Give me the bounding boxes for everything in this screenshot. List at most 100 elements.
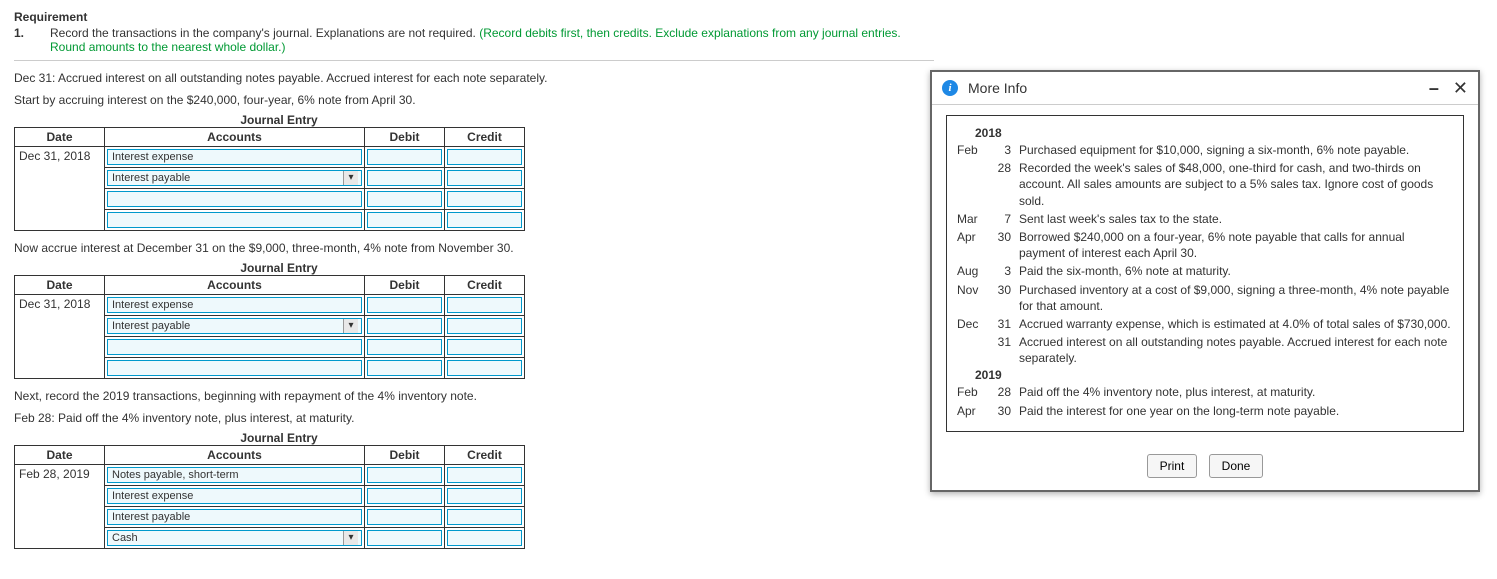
info-day: 31 xyxy=(993,316,1011,332)
instruction-line-1: Dec 31: Accrued interest on all outstand… xyxy=(14,71,934,85)
info-day: 7 xyxy=(993,211,1011,227)
je1-debit-3[interactable] xyxy=(367,212,442,228)
je2-debit-1[interactable] xyxy=(367,318,442,334)
info-row: 31Accrued interest on all outstanding no… xyxy=(957,334,1453,366)
je2-debit-3[interactable] xyxy=(367,360,442,376)
col-credit: Credit xyxy=(445,128,525,147)
close-icon[interactable]: ✕ xyxy=(1453,81,1468,95)
journal-entry-caption-3: Journal Entry xyxy=(14,431,544,445)
info-day: 31 xyxy=(993,334,1011,366)
je1-account-3[interactable] xyxy=(107,212,362,228)
minimize-icon[interactable]: – xyxy=(1429,81,1439,95)
done-button[interactable]: Done xyxy=(1209,454,1264,478)
je1-date: Dec 31, 2018 xyxy=(15,147,105,231)
je1-credit-1[interactable] xyxy=(447,170,522,186)
requirement-text: Record the transactions in the company's… xyxy=(50,26,934,54)
journal-entry-caption-2: Journal Entry xyxy=(14,261,544,275)
info-desc: Paid the interest for one year on the lo… xyxy=(1019,403,1453,419)
info-day: 3 xyxy=(993,142,1011,158)
info-mon xyxy=(957,160,985,209)
info-desc: Purchased equipment for $10,000, signing… xyxy=(1019,142,1453,158)
je1-account-2[interactable] xyxy=(107,191,362,207)
info-row: Feb 28 Paid off the 4% inventory note, plu… xyxy=(957,384,1453,400)
je2-credit-0[interactable] xyxy=(447,297,522,313)
je1-account-0[interactable]: Interest expense xyxy=(107,149,362,165)
info-row: Mar 7 Sent last week's sales tax to the st… xyxy=(957,211,1453,227)
je3-debit-2[interactable] xyxy=(367,509,442,525)
je3-debit-3[interactable] xyxy=(367,530,442,546)
info-mon: Dec xyxy=(957,316,985,332)
requirement-title: Requirement xyxy=(14,10,934,24)
je2-debit-0[interactable] xyxy=(367,297,442,313)
info-desc: Purchased inventory at a cost of $9,000,… xyxy=(1019,282,1453,314)
col-date: Date xyxy=(15,128,105,147)
dialog-header: i More Info – ✕ xyxy=(932,72,1478,105)
col-debit: Debit xyxy=(365,446,445,465)
je3-date: Feb 28, 2019 xyxy=(15,465,105,549)
info-row: Apr30Paid the interest for one year on t… xyxy=(957,403,1453,419)
je2-account-2[interactable] xyxy=(107,339,362,355)
je2-account-0[interactable]: Interest expense xyxy=(107,297,362,313)
info-day: 3 xyxy=(993,263,1011,279)
je1-credit-0[interactable] xyxy=(447,149,522,165)
info-desc: Sent last week's sales tax to the state. xyxy=(1019,211,1453,227)
je1-credit-2[interactable] xyxy=(447,191,522,207)
info-row: Aug 3 Paid the six-month, 6% note at matur… xyxy=(957,263,1453,279)
info-day: 30 xyxy=(993,229,1011,261)
info-row: Dec 31 Accrued warranty expense, which is … xyxy=(957,316,1453,332)
instruction-line-4a: Next, record the 2019 transactions, begi… xyxy=(14,389,934,403)
more-info-dialog: i More Info – ✕ 2018 Feb 3 Purchased equip… xyxy=(930,70,1480,492)
je3-account-2[interactable]: Interest payable xyxy=(107,509,362,525)
year-2018: 2018 xyxy=(957,126,1453,140)
info-mon: Mar xyxy=(957,211,985,227)
je1-credit-3[interactable] xyxy=(447,212,522,228)
separator xyxy=(14,60,934,61)
info-mon: Feb xyxy=(957,384,985,400)
info-desc: Paid the six-month, 6% note at maturity. xyxy=(1019,263,1453,279)
je3-account-0[interactable]: Notes payable, short-term xyxy=(107,467,362,483)
info-day: 28 xyxy=(993,160,1011,209)
info-mon: Feb xyxy=(957,142,985,158)
je3-credit-2[interactable] xyxy=(447,509,522,525)
je2-account-3[interactable] xyxy=(107,360,362,376)
journal-entry-caption: Journal Entry xyxy=(14,113,544,127)
je1-debit-0[interactable] xyxy=(367,149,442,165)
info-icon: i xyxy=(942,80,958,96)
info-desc: Accrued warranty expense, which is estim… xyxy=(1019,316,1453,332)
je3-credit-0[interactable] xyxy=(447,467,522,483)
instruction-line-4b: Feb 28: Paid off the 4% inventory note, … xyxy=(14,411,934,425)
info-day: 30 xyxy=(993,403,1011,419)
info-mon: Aug xyxy=(957,263,985,279)
je3-debit-0[interactable] xyxy=(367,467,442,483)
info-row: Feb 3 Purchased equipment for $10,000, sig… xyxy=(957,142,1453,158)
col-accounts: Accounts xyxy=(105,446,365,465)
je1-debit-2[interactable] xyxy=(367,191,442,207)
je2-credit-3[interactable] xyxy=(447,360,522,376)
journal-table-1: Date Accounts Debit Credit Dec 31, 2018 … xyxy=(14,127,525,231)
je2-debit-2[interactable] xyxy=(367,339,442,355)
je3-debit-1[interactable] xyxy=(367,488,442,504)
year-2019: 2019 xyxy=(957,368,1453,382)
info-desc: Borrowed $240,000 on a four-year, 6% not… xyxy=(1019,229,1453,261)
je2-credit-2[interactable] xyxy=(447,339,522,355)
col-accounts: Accounts xyxy=(105,128,365,147)
info-mon: Apr xyxy=(957,229,985,261)
print-button[interactable]: Print xyxy=(1147,454,1198,478)
je1-account-1[interactable]: Interest payable xyxy=(107,170,362,186)
dialog-title: More Info xyxy=(968,80,1027,96)
info-day: 28 xyxy=(993,384,1011,400)
je3-account-1[interactable]: Interest expense xyxy=(107,488,362,504)
requirement-text-black: Record the transactions in the company's… xyxy=(50,26,479,40)
je1-debit-1[interactable] xyxy=(367,170,442,186)
je2-credit-1[interactable] xyxy=(447,318,522,334)
info-desc: Accrued interest on all outstanding note… xyxy=(1019,334,1453,366)
info-day: 30 xyxy=(993,282,1011,314)
col-credit: Credit xyxy=(445,446,525,465)
je3-account-3[interactable]: Cash xyxy=(107,530,362,546)
je3-credit-3[interactable] xyxy=(447,530,522,546)
je2-account-1[interactable]: Interest payable xyxy=(107,318,362,334)
info-desc: Paid off the 4% inventory note, plus int… xyxy=(1019,384,1453,400)
info-mon: Nov xyxy=(957,282,985,314)
je3-credit-1[interactable] xyxy=(447,488,522,504)
col-accounts: Accounts xyxy=(105,276,365,295)
